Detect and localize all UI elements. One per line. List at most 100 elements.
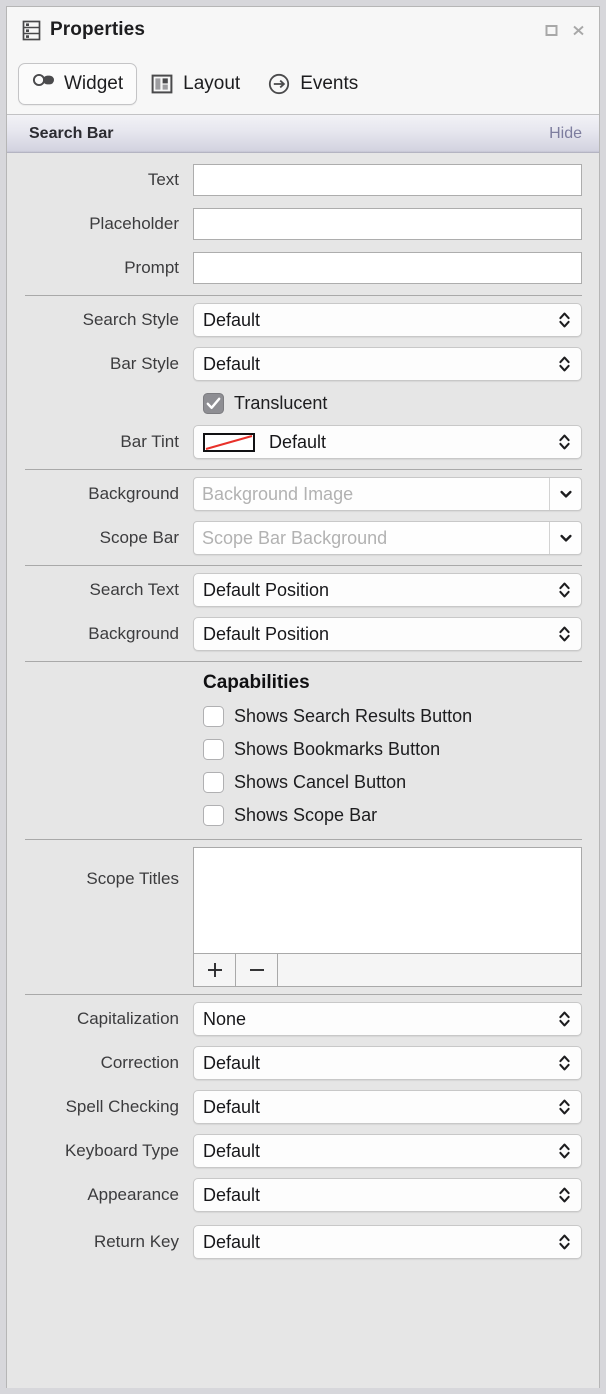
capitalization-select[interactable]: None bbox=[193, 1002, 582, 1036]
return-key-value: Default bbox=[203, 1232, 557, 1253]
shows-search-results-button-checkbox[interactable] bbox=[203, 706, 224, 727]
properties-list-icon bbox=[22, 20, 41, 41]
titlebar: Properties bbox=[7, 7, 599, 53]
chevron-updown-icon bbox=[557, 353, 572, 375]
bar-style-value: Default bbox=[203, 354, 557, 375]
shows-search-results-button-label: Shows Search Results Button bbox=[234, 706, 472, 727]
row-shows-cancel-button: Shows Cancel Button bbox=[7, 766, 599, 799]
label-text: Text bbox=[7, 170, 193, 190]
label-search-text: Search Text bbox=[7, 580, 193, 600]
search-text-position-select[interactable]: Default Position bbox=[193, 573, 582, 607]
chevron-updown-icon bbox=[557, 431, 572, 453]
scope-titles-list[interactable] bbox=[194, 848, 581, 953]
section-hide-link[interactable]: Hide bbox=[549, 125, 582, 143]
background-image-placeholder: Background Image bbox=[194, 478, 549, 510]
keyboard-group: Capitalization None Correction D bbox=[7, 995, 599, 1262]
shows-bookmarks-button-checkbox[interactable] bbox=[203, 739, 224, 760]
capabilities-heading: Capabilities bbox=[7, 666, 599, 700]
shows-bookmarks-button-label: Shows Bookmarks Button bbox=[234, 739, 440, 760]
style-group: Search Style Default Bar Style D bbox=[7, 296, 599, 469]
label-background-image: Background bbox=[7, 484, 193, 504]
section-title: Search Bar bbox=[29, 125, 114, 143]
search-style-select[interactable]: Default bbox=[193, 303, 582, 337]
shows-scope-bar-label: Shows Scope Bar bbox=[234, 805, 377, 826]
row-correction: Correction Default bbox=[7, 1043, 599, 1083]
label-search-style: Search Style bbox=[7, 310, 193, 330]
close-icon[interactable] bbox=[571, 23, 586, 38]
row-search-style: Search Style Default bbox=[7, 300, 599, 340]
label-background-position: Background bbox=[7, 624, 193, 644]
background-position-select[interactable]: Default Position bbox=[193, 617, 582, 651]
scope-bar-background-combo[interactable]: Scope Bar Background bbox=[193, 521, 582, 555]
search-style-value: Default bbox=[203, 310, 557, 331]
row-shows-scope-bar: Shows Scope Bar bbox=[7, 799, 599, 832]
label-appearance: Appearance bbox=[7, 1185, 193, 1205]
chevron-updown-icon bbox=[557, 1008, 572, 1030]
chevron-updown-icon bbox=[557, 1184, 572, 1206]
tab-layout-label: Layout bbox=[183, 73, 240, 95]
tab-events-label: Events bbox=[300, 73, 358, 95]
scope-titles-toolbar bbox=[194, 953, 581, 986]
no-color-swatch bbox=[203, 433, 255, 452]
add-scope-title-button[interactable] bbox=[194, 954, 236, 986]
tab-layout[interactable]: Layout bbox=[137, 63, 254, 105]
search-text-position-value: Default Position bbox=[203, 580, 557, 601]
maximize-icon[interactable] bbox=[544, 23, 559, 38]
row-translucent: Translucent bbox=[7, 384, 599, 422]
shows-scope-bar-checkbox[interactable] bbox=[203, 805, 224, 826]
tab-widget[interactable]: Widget bbox=[18, 63, 137, 105]
label-prompt: Prompt bbox=[7, 258, 193, 278]
toggle-switch-icon bbox=[32, 73, 54, 95]
tab-events[interactable]: Events bbox=[254, 63, 372, 105]
chevron-down-icon[interactable] bbox=[549, 522, 581, 554]
spell-checking-select[interactable]: Default bbox=[193, 1090, 582, 1124]
chevron-updown-icon bbox=[557, 309, 572, 331]
row-text: Text bbox=[7, 160, 599, 200]
tab-widget-label: Widget bbox=[64, 73, 123, 95]
label-scope-bar: Scope Bar bbox=[7, 528, 193, 548]
row-keyboard-type: Keyboard Type Default bbox=[7, 1131, 599, 1171]
placeholder-input[interactable] bbox=[193, 208, 582, 240]
page-title: Properties bbox=[50, 19, 145, 41]
background-position-value: Default Position bbox=[203, 624, 557, 645]
correction-value: Default bbox=[203, 1053, 557, 1074]
appearance-select[interactable]: Default bbox=[193, 1178, 582, 1212]
tab-strip: Widget Layout Events bbox=[7, 53, 599, 115]
label-capitalization: Capitalization bbox=[7, 1009, 193, 1029]
row-placeholder: Placeholder bbox=[7, 204, 599, 244]
properties-panel: Properties Widget bbox=[6, 6, 600, 1388]
bar-tint-select[interactable]: Default bbox=[193, 425, 582, 459]
chevron-down-icon[interactable] bbox=[549, 478, 581, 510]
keyboard-type-select[interactable]: Default bbox=[193, 1134, 582, 1168]
scope-titles-listbox[interactable] bbox=[193, 847, 582, 987]
section-header-search-bar[interactable]: Search Bar Hide bbox=[7, 115, 599, 153]
row-appearance: Appearance Default bbox=[7, 1175, 599, 1215]
capitalization-value: None bbox=[203, 1009, 557, 1030]
label-placeholder: Placeholder bbox=[7, 214, 193, 234]
remove-scope-title-button[interactable] bbox=[236, 954, 278, 986]
chevron-updown-icon bbox=[557, 623, 572, 645]
chevron-updown-icon bbox=[557, 1052, 572, 1074]
translucent-label: Translucent bbox=[234, 393, 327, 414]
background-image-combo[interactable]: Background Image bbox=[193, 477, 582, 511]
text-input[interactable] bbox=[193, 164, 582, 196]
label-keyboard-type: Keyboard Type bbox=[7, 1141, 193, 1161]
scope-bar-background-placeholder: Scope Bar Background bbox=[194, 522, 549, 554]
bar-style-select[interactable]: Default bbox=[193, 347, 582, 381]
prompt-input[interactable] bbox=[193, 252, 582, 284]
label-spell-checking: Spell Checking bbox=[7, 1097, 193, 1117]
text-fields-group: Text Placeholder Prompt bbox=[7, 153, 599, 295]
return-key-select[interactable]: Default bbox=[193, 1225, 582, 1259]
label-correction: Correction bbox=[7, 1053, 193, 1073]
row-shows-search-results-button: Shows Search Results Button bbox=[7, 700, 599, 733]
shows-cancel-button-checkbox[interactable] bbox=[203, 772, 224, 793]
keyboard-type-value: Default bbox=[203, 1141, 557, 1162]
row-spell-checking: Spell Checking Default bbox=[7, 1087, 599, 1127]
correction-select[interactable]: Default bbox=[193, 1046, 582, 1080]
label-bar-style: Bar Style bbox=[7, 354, 193, 374]
row-search-text-position: Search Text Default Position bbox=[7, 570, 599, 610]
scope-titles-group: Scope Titles bbox=[7, 840, 599, 994]
image-group: Background Background Image Scope Bar Sc… bbox=[7, 470, 599, 565]
row-scope-bar-background: Scope Bar Scope Bar Background bbox=[7, 518, 599, 558]
translucent-checkbox[interactable] bbox=[203, 393, 224, 414]
